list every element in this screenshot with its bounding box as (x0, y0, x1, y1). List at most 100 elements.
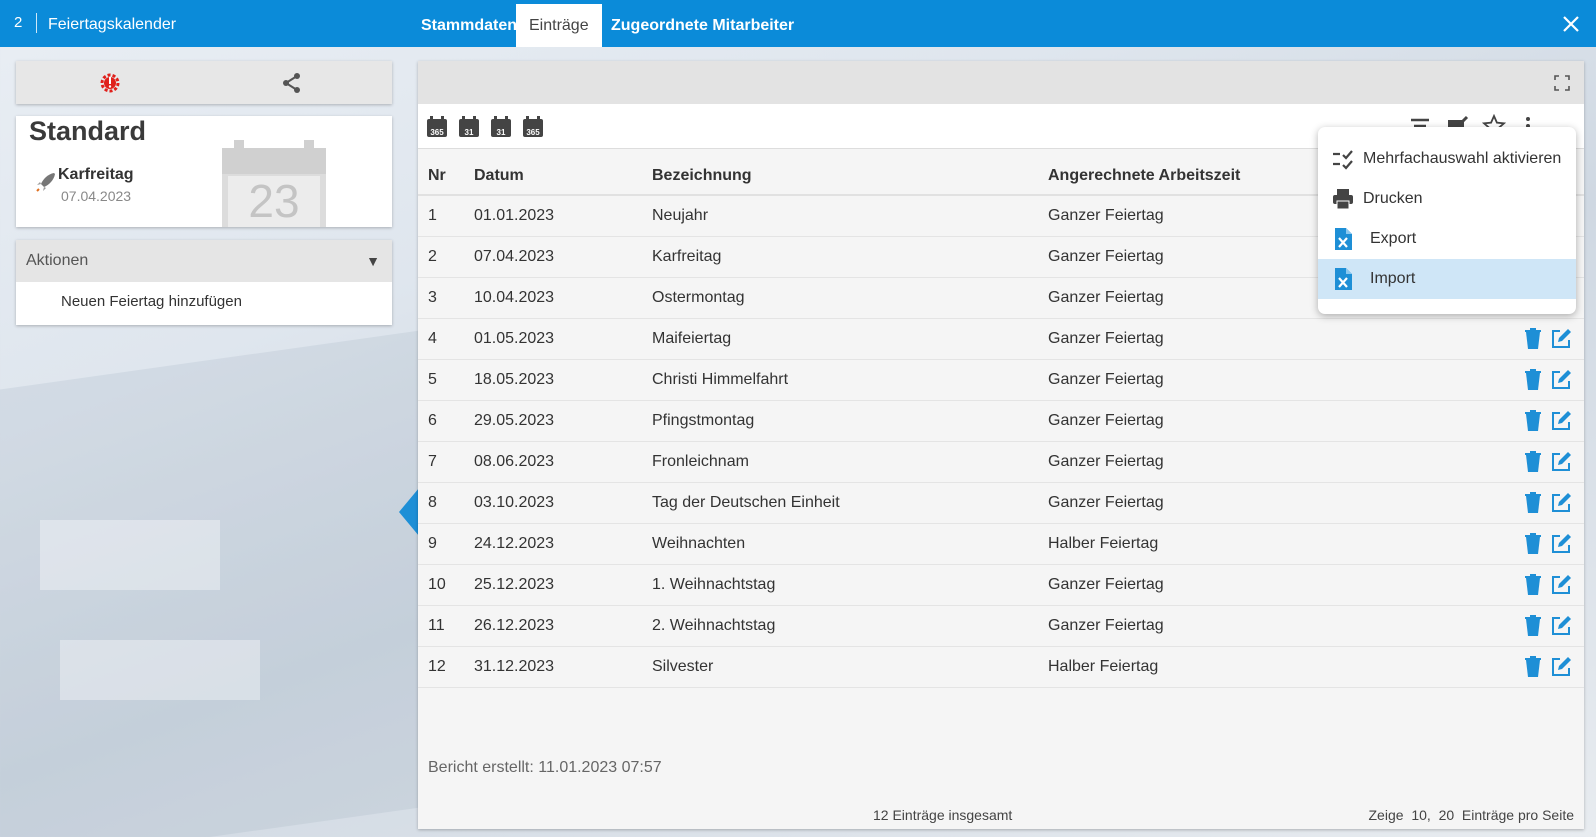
calendar-year-icon[interactable]: 365 (426, 116, 448, 138)
delete-icon[interactable] (1522, 532, 1544, 555)
delete-icon[interactable] (1522, 368, 1544, 391)
printer-icon (1333, 189, 1353, 210)
actions-header[interactable]: Aktionen ▼ (16, 240, 392, 282)
column-header-bezeichnung[interactable]: Bezeichnung (652, 157, 1048, 196)
next-holiday-name: Karfreitag (58, 166, 134, 183)
page-size-label: Zeige (1368, 807, 1404, 823)
cell-arbeitszeit: Ganzer Feiertag (1048, 400, 1508, 442)
row-actions (1508, 564, 1584, 606)
cell-datum: 31.12.2023 (474, 646, 652, 688)
cell-datum: 01.05.2023 (474, 318, 652, 360)
add-holiday-action[interactable]: Neuen Feiertag hinzufügen (61, 293, 242, 310)
menu-item-label: Export (1370, 230, 1417, 247)
delete-icon[interactable] (1522, 450, 1544, 473)
cell-nr: 2 (418, 236, 474, 278)
cell-datum: 07.04.2023 (474, 236, 652, 278)
calendar-next-year-icon[interactable]: 365 (522, 116, 544, 138)
tab-eintraege[interactable]: Einträge (516, 4, 602, 47)
checklist-icon (1333, 150, 1353, 170)
cell-nr: 4 (418, 318, 474, 360)
edit-icon[interactable] (1550, 615, 1572, 637)
row-actions (1508, 605, 1584, 647)
table-row[interactable]: 4 01.05.2023 Maifeiertag Ganzer Feiertag (418, 318, 1584, 360)
menu-item-multiselect[interactable]: Mehrfachauswahl aktivieren (1318, 139, 1576, 179)
delete-icon[interactable] (1522, 491, 1544, 514)
cell-arbeitszeit: Halber Feiertag (1048, 523, 1508, 565)
row-actions (1508, 441, 1584, 483)
delete-icon[interactable] (1522, 327, 1544, 350)
edit-icon[interactable] (1550, 492, 1572, 514)
table-row[interactable]: 7 08.06.2023 Fronleichnam Ganzer Feiertag (418, 441, 1584, 483)
page-size-20[interactable]: 20 (1439, 807, 1455, 823)
column-header-nr[interactable]: Nr (418, 157, 474, 196)
cell-nr: 9 (418, 523, 474, 565)
cell-bezeichnung: 1. Weihnachtstag (652, 564, 1048, 606)
cell-bezeichnung: Weihnachten (652, 523, 1048, 565)
power-icon[interactable] (98, 71, 122, 95)
rocket-icon (36, 173, 55, 192)
edit-icon[interactable] (1550, 533, 1572, 555)
caret-down-icon[interactable]: ▼ (366, 253, 380, 269)
cell-arbeitszeit: Ganzer Feiertag (1048, 605, 1508, 647)
menu-item-import[interactable]: Import (1318, 259, 1576, 299)
title-separator (36, 13, 37, 33)
page-size-10[interactable]: 10 (1411, 807, 1427, 823)
edit-icon[interactable] (1550, 369, 1572, 391)
table-row[interactable]: 8 03.10.2023 Tag der Deutschen Einheit Ganz… (418, 482, 1584, 524)
row-actions (1508, 359, 1584, 401)
table-row[interactable]: 6 29.05.2023 Pfingstmontag Ganzer Feiertag (418, 400, 1584, 442)
edit-icon[interactable] (1550, 451, 1572, 473)
table-row[interactable]: 11 26.12.2023 2. Weihnachtstag Ganzer Feier… (418, 605, 1584, 647)
cell-datum: 18.05.2023 (474, 359, 652, 401)
total-entries: 12 Einträge insgesamt (873, 807, 1013, 823)
edit-icon[interactable] (1550, 328, 1572, 350)
cell-datum: 26.12.2023 (474, 605, 652, 647)
cell-arbeitszeit: Ganzer Feiertag (1048, 441, 1508, 483)
menu-item-export[interactable]: Export (1318, 219, 1576, 259)
cell-arbeitszeit: Ganzer Feiertag (1048, 318, 1508, 360)
cell-bezeichnung: Ostermontag (652, 277, 1048, 319)
cell-arbeitszeit: Ganzer Feiertag (1048, 482, 1508, 524)
cell-datum: 29.05.2023 (474, 400, 652, 442)
tab-zugeordnete-mitarbeiter[interactable]: Zugeordnete Mitarbeiter (598, 4, 807, 47)
fullscreen-icon[interactable] (1554, 75, 1570, 91)
background-shape (40, 520, 220, 590)
close-icon[interactable] (1560, 13, 1582, 35)
table-row[interactable]: 9 24.12.2023 Weihnachten Halber Feiertag (418, 523, 1584, 565)
cell-nr: 8 (418, 482, 474, 524)
calendar-month-icon[interactable]: 31 (490, 116, 512, 138)
column-header-datum[interactable]: Datum (474, 157, 652, 196)
edit-icon[interactable] (1550, 574, 1572, 596)
calendar-icon: 23 (222, 140, 326, 227)
calendar-prev-month-icon[interactable]: 31 (458, 116, 480, 138)
background-shape (60, 640, 260, 700)
delete-icon[interactable] (1522, 573, 1544, 596)
share-icon[interactable] (280, 71, 304, 95)
cell-datum: 08.06.2023 (474, 441, 652, 483)
cell-nr: 6 (418, 400, 474, 442)
menu-item-print[interactable]: Drucken (1318, 179, 1576, 219)
actions-panel: Aktionen ▼ Neuen Feiertag hinzufügen (16, 240, 392, 325)
cell-datum: 10.04.2023 (474, 277, 652, 319)
delete-icon[interactable] (1522, 614, 1544, 637)
cell-nr: 7 (418, 441, 474, 483)
actions-header-label: Aktionen (26, 252, 89, 269)
table-row[interactable]: 10 25.12.2023 1. Weihnachtstag Ganzer Feier… (418, 564, 1584, 606)
cell-bezeichnung: Maifeiertag (652, 318, 1048, 360)
cell-arbeitszeit: Halber Feiertag (1048, 646, 1508, 688)
row-actions (1508, 646, 1584, 688)
title-bar: 2 Feiertagskalender Stammdaten Einträge … (0, 0, 1596, 47)
cell-nr: 5 (418, 359, 474, 401)
delete-icon[interactable] (1522, 655, 1544, 678)
row-actions (1508, 482, 1584, 524)
table-row[interactable]: 12 31.12.2023 Silvester Halber Feiertag (418, 646, 1584, 688)
edit-icon[interactable] (1550, 656, 1572, 678)
delete-icon[interactable] (1522, 409, 1544, 432)
per-page-label: Einträge pro Seite (1461, 807, 1574, 823)
cell-arbeitszeit: Ganzer Feiertag (1048, 564, 1508, 606)
tab-stammdaten[interactable]: Stammdaten (408, 4, 530, 47)
excel-file-icon (1335, 268, 1352, 290)
calendar-button-label: 365 (430, 128, 444, 137)
edit-icon[interactable] (1550, 410, 1572, 432)
table-row[interactable]: 5 18.05.2023 Christi Himmelfahrt Ganzer Fei… (418, 359, 1584, 401)
